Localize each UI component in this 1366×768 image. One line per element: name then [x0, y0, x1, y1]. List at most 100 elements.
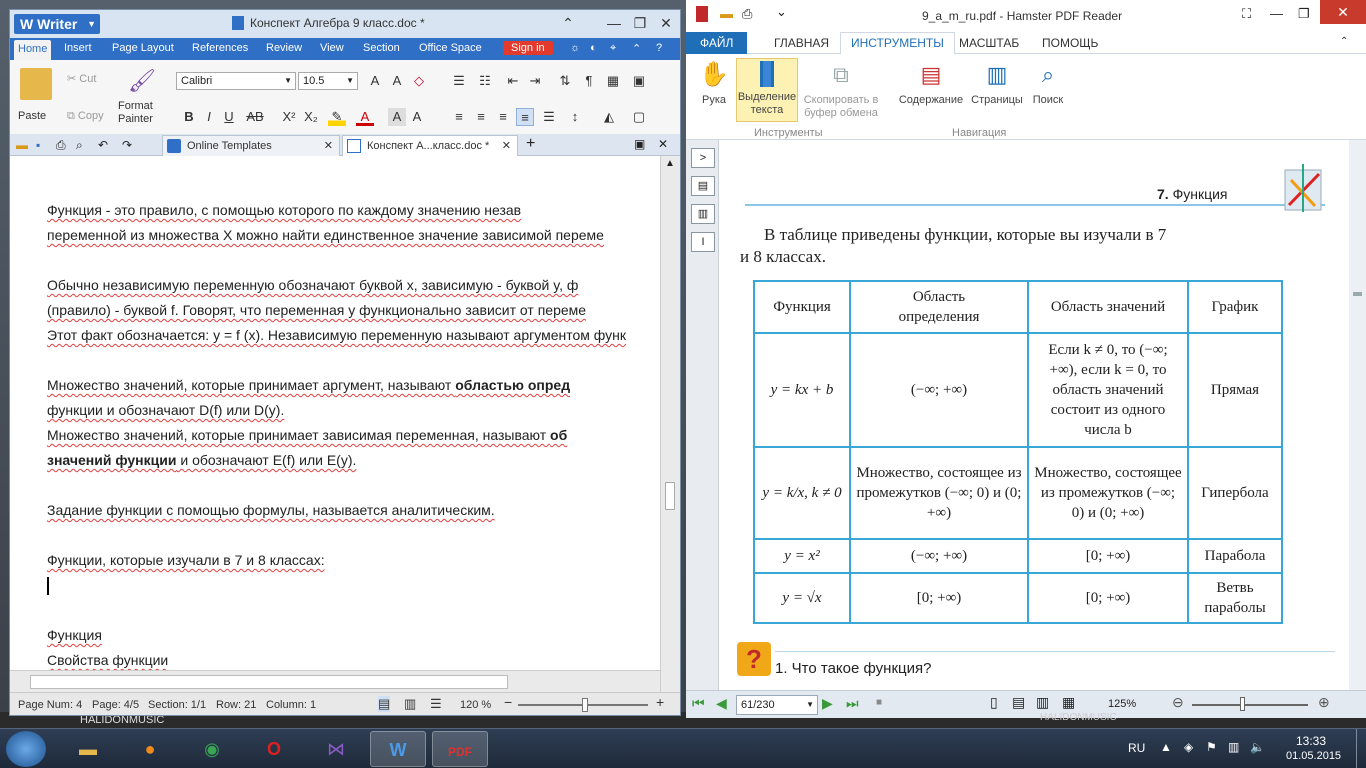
horizontal-scrollbar[interactable] — [10, 670, 660, 692]
print-icon[interactable]: ⎙ — [56, 138, 66, 153]
shrink-font-icon[interactable]: A — [388, 72, 406, 90]
copy-clipboard-button[interactable]: ⧉ Скопировать в буфер обмена — [798, 58, 884, 120]
close-icon[interactable]: ✕ — [502, 136, 511, 156]
tab-tools[interactable]: ИНСТРУМЕНТЫ — [840, 32, 955, 55]
chevron-up-icon[interactable]: ⌃ — [558, 14, 578, 32]
page-number-select[interactable]: 61/230 ▼ — [736, 695, 818, 715]
tab-zoom[interactable]: МАСШТАБ — [959, 36, 1019, 50]
outdent-icon[interactable]: ⇤ — [504, 72, 522, 90]
sign-in-button[interactable]: Sign in — [503, 41, 553, 55]
underline-icon[interactable]: U — [220, 108, 238, 126]
menu-section[interactable]: Section — [363, 42, 400, 54]
superscript-icon[interactable]: X² — [280, 108, 298, 126]
italic-icon[interactable]: I — [200, 108, 218, 126]
font-color-icon[interactable]: A — [356, 108, 374, 126]
outline-icon[interactable]: ☰ — [430, 696, 442, 712]
highlight-icon[interactable]: ✎ — [328, 108, 346, 126]
taskbar-writer[interactable]: W — [370, 731, 426, 767]
vertical-scrollbar[interactable]: ▲ — [660, 156, 680, 692]
single-page-icon[interactable]: ▯ — [990, 694, 998, 711]
font-name-select[interactable]: Calibri ▼ — [176, 72, 296, 90]
zoom-out-icon[interactable]: − — [504, 694, 512, 710]
menu-references[interactable]: References — [192, 42, 248, 54]
minimize-button[interactable]: — — [604, 14, 624, 32]
borders-icon[interactable]: ▣ — [630, 72, 648, 90]
hand-tool-button[interactable]: ✋ Рука — [696, 58, 732, 107]
tray-chevron-icon[interactable]: ▲ — [1160, 740, 1172, 754]
sidebar-search-button[interactable]: I — [691, 232, 715, 252]
close-icon[interactable]: ✕ — [324, 136, 333, 156]
paste-icon[interactable] — [20, 68, 52, 100]
pdf-vertical-scrollbar[interactable] — [1349, 140, 1366, 690]
zoom-slider-thumb[interactable] — [582, 698, 588, 712]
tray-app-icon[interactable]: ◈ — [1184, 740, 1193, 754]
volume-icon[interactable]: 🔈 — [1250, 740, 1265, 754]
taskbar-firefox[interactable]: ● — [122, 731, 178, 767]
numbering-icon[interactable]: ☷ — [476, 72, 494, 90]
bullets-icon[interactable]: ☰ — [450, 72, 468, 90]
open-icon[interactable]: ▬ — [720, 6, 733, 21]
show-marks-icon[interactable]: ¶ — [580, 72, 598, 90]
document-page[interactable]: Функция - это правило, с помощью которог… — [10, 156, 660, 692]
menu-view[interactable]: View — [320, 42, 344, 54]
skin-icon[interactable]: ◐ — [590, 42, 597, 54]
align-center-icon[interactable]: ≡ — [472, 108, 490, 126]
format-painter-icon[interactable]: 🖌 — [128, 68, 156, 94]
language-indicator[interactable]: RU — [1128, 741, 1145, 755]
tab-file[interactable]: ФАЙЛ — [686, 32, 748, 54]
bulb-icon[interactable]: ☼ — [570, 42, 580, 54]
cut-button[interactable]: ✂ Cut — [67, 72, 96, 85]
web-layout-icon[interactable]: ▥ — [404, 696, 416, 712]
select-text-button[interactable]: Выделение текста — [736, 58, 798, 122]
next-page-icon[interactable]: ▶ — [822, 695, 833, 712]
last-page-icon[interactable]: ⏭ — [846, 695, 859, 712]
close-button[interactable]: ✕ — [656, 14, 676, 32]
sidebar-expand-button[interactable]: > — [691, 148, 715, 168]
network-icon[interactable]: ▥ — [1228, 740, 1239, 754]
align-right-icon[interactable]: ≡ — [494, 108, 512, 126]
sidebar-bookmarks-button[interactable]: ▤ — [691, 176, 715, 196]
first-page-icon[interactable]: ⏮ — [692, 695, 705, 712]
folder-icon[interactable]: ▬ — [16, 138, 28, 152]
minimize-button[interactable]: — — [1270, 6, 1283, 21]
align-left-icon[interactable]: ≡ — [450, 108, 468, 126]
char-border-icon[interactable]: A — [408, 108, 426, 126]
chevron-up-icon[interactable]: ⌃ — [632, 42, 641, 55]
bold-icon[interactable]: B — [180, 108, 198, 126]
pdf-zoom-slider[interactable] — [1192, 704, 1308, 706]
format-painter-label[interactable]: Format Painter — [118, 100, 172, 126]
zoom-out-icon[interactable]: ⊖ — [1172, 694, 1184, 711]
pdf-scroll-thumb[interactable] — [1353, 292, 1362, 296]
undo-icon[interactable]: ↶ — [98, 138, 108, 152]
menu-office-space[interactable]: Office Space — [419, 42, 482, 54]
taskbar-pdf-reader[interactable]: PDF — [432, 731, 488, 767]
tab-list-icon[interactable]: ▣ — [634, 137, 645, 151]
menu-home[interactable]: Home — [14, 40, 52, 60]
scroll-thumb[interactable] — [665, 482, 675, 510]
table-icon[interactable]: ▦ — [604, 72, 622, 90]
prev-page-icon[interactable]: ◀ — [716, 695, 727, 712]
close-doc-icon[interactable]: ✕ — [658, 137, 668, 151]
paste-label[interactable]: Paste — [18, 110, 46, 122]
distributed-icon[interactable]: ☰ — [540, 108, 558, 126]
grow-font-icon[interactable]: A — [366, 72, 384, 90]
fullscreen-icon[interactable]: ⛶ — [1242, 6, 1251, 22]
taskbar-opera[interactable]: O — [246, 731, 302, 767]
continuous-icon[interactable]: ▤ — [1012, 694, 1025, 711]
chevron-up-icon[interactable]: ⌃ — [1340, 36, 1348, 47]
close-button[interactable]: ✕ — [1320, 0, 1366, 24]
clock-time[interactable]: 13:33 — [1296, 734, 1326, 748]
flag-icon[interactable]: ⚑ — [1206, 740, 1217, 754]
preview-icon[interactable]: ⌕ — [76, 138, 83, 153]
sort-icon[interactable]: ⇅ — [556, 72, 574, 90]
tab-home[interactable]: ГЛАВНАЯ — [774, 36, 829, 50]
menu-insert[interactable]: Insert — [64, 42, 92, 54]
indent-icon[interactable]: ⇥ — [526, 72, 544, 90]
line-spacing-icon[interactable]: ↕ — [566, 108, 584, 126]
pdf-zoom-thumb[interactable] — [1240, 697, 1245, 711]
search-button[interactable]: ⌕ Поиск — [1028, 58, 1068, 107]
redo-icon[interactable]: ↷ — [122, 138, 132, 152]
maximize-button[interactable]: ❐ — [630, 14, 650, 32]
zoom-in-icon[interactable]: + — [656, 694, 664, 710]
strikethrough-icon[interactable]: AB — [246, 108, 264, 126]
